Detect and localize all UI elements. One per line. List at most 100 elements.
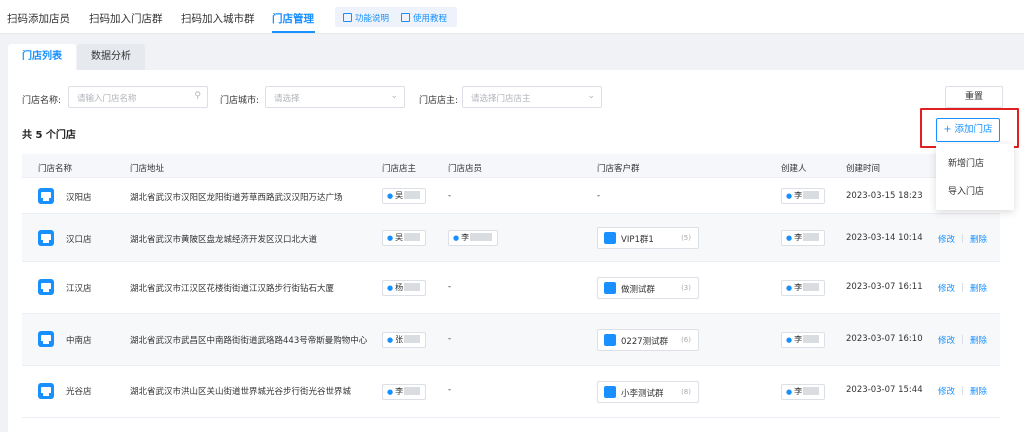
delete-link[interactable]: 删除 <box>970 334 987 346</box>
edit-link[interactable]: 修改 <box>938 334 955 346</box>
store-name: 光谷店 <box>66 387 92 397</box>
store-count: 共 5 个门店 <box>22 130 76 141</box>
store-name-label: 门店名称: <box>22 96 62 106</box>
menu-item-new-store[interactable]: 新增门店 <box>948 156 984 169</box>
header-store-staff: 门店店员 <box>448 164 483 174</box>
header-customer-group: 门店客户群 <box>597 164 640 174</box>
edit-link[interactable]: 修改 <box>938 385 955 397</box>
store-address: 湖北省武汉市洪山区关山街道世界城光谷步行街光谷世界城 <box>130 387 352 397</box>
masked-text <box>404 191 421 199</box>
creator-tag: ● 李 <box>781 332 826 348</box>
tutorial-link[interactable]: 使用教程 <box>401 12 447 24</box>
sub-tab-strip: 门店列表 数据分析 <box>0 34 1024 70</box>
customer-group-card[interactable]: 0227测试群 (6) <box>597 329 699 351</box>
delete-link[interactable]: 删除 <box>970 385 987 397</box>
search-icon: ⚲ <box>194 91 201 101</box>
delete-link[interactable]: 删除 <box>970 233 987 245</box>
store-name: 汉口店 <box>66 235 92 245</box>
menu-item-import-store[interactable]: 导入门店 <box>948 184 984 197</box>
action-divider <box>962 386 963 395</box>
customer-group-card[interactable]: 做测试群 (3) <box>597 277 699 299</box>
chevron-down-icon: ⌄ <box>390 91 398 101</box>
owner-name: 杨 <box>395 283 404 292</box>
masked-text <box>803 335 820 343</box>
store-city-select[interactable]: 请选择 ⌄ <box>265 86 405 108</box>
store-name-placeholder: 请输入门店名称 <box>77 94 137 104</box>
reset-button[interactable]: 重置 <box>945 86 1003 108</box>
created-time: 2023-03-15 18:23 <box>846 191 923 201</box>
header-store-owner: 门店店主 <box>382 164 417 174</box>
action-divider <box>962 234 963 243</box>
store-icon <box>38 383 54 399</box>
table-row: 汉阳店 湖北省武汉市汉阳区龙阳街道芳草西路武汉汉阳万达广场 ● 吴 - - ● 李 … <box>22 178 1000 214</box>
person-icon: ● <box>786 284 793 292</box>
creator-name: 李 <box>794 233 803 242</box>
add-store-button[interactable]: + 添加门店 <box>936 118 1000 142</box>
tab-store-management[interactable]: 门店管理 <box>272 11 314 26</box>
created-time: 2023-03-07 16:10 <box>846 334 923 344</box>
group-member-count: (3) <box>681 284 691 292</box>
help-links: 功能说明 使用教程 <box>335 7 457 27</box>
tab-data-analysis[interactable]: 数据分析 <box>77 44 145 70</box>
created-time: 2023-03-07 15:44 <box>846 385 923 395</box>
store-city-label: 门店城市: <box>220 96 260 106</box>
masked-text <box>470 233 493 241</box>
owner-tag: ● 张 <box>382 332 427 348</box>
masked-text <box>404 233 421 241</box>
person-icon: ● <box>786 388 793 396</box>
owner-name: 李 <box>395 387 404 396</box>
customer-group-card[interactable]: 小李测试群 (8) <box>597 381 699 403</box>
book-icon <box>343 13 352 22</box>
masked-text <box>803 387 820 395</box>
group-icon <box>604 334 616 346</box>
store-owner-select[interactable]: 请选择门店店主 ⌄ <box>462 86 602 108</box>
table-header: 门店名称 门店地址 门店店主 门店店员 门店客户群 创建人 创建时间 <box>22 154 1000 178</box>
owner-tag: ● 吴 <box>382 230 427 246</box>
masked-text <box>803 233 820 241</box>
masked-text <box>803 283 820 291</box>
owner-tag: ● 李 <box>382 384 427 400</box>
delete-link[interactable]: 删除 <box>970 282 987 294</box>
person-icon: ● <box>786 336 793 344</box>
staff-empty: - <box>448 334 452 344</box>
group-member-count: (6) <box>681 336 691 344</box>
add-store-dropdown: 新增门店 导入门店 <box>936 144 1014 210</box>
edit-link[interactable]: 修改 <box>938 233 955 245</box>
person-icon: ● <box>387 192 394 200</box>
feature-description-link[interactable]: 功能说明 <box>343 12 389 24</box>
person-icon: ● <box>453 234 460 242</box>
creator-tag: ● 李 <box>781 188 826 204</box>
person-icon: ● <box>387 388 394 396</box>
store-icon <box>38 279 54 295</box>
store-name-input[interactable]: 请输入门店名称 ⚲ <box>68 86 208 108</box>
masked-text <box>803 191 820 199</box>
group-icon <box>604 386 616 398</box>
tab-scan-join-store-group[interactable]: 扫码加入门店群 <box>89 11 163 26</box>
person-icon: ● <box>786 234 793 242</box>
store-name: 汉阳店 <box>66 193 92 203</box>
person-icon: ● <box>387 284 394 292</box>
owner-name: 张 <box>395 335 404 344</box>
creator-tag: ● 李 <box>781 230 826 246</box>
table-row: 江汉店 湖北省武汉市江汉区花楼街街道江汉路步行街钻石大厦 ● 杨 - 做测试群 (… <box>22 262 1000 314</box>
header-creator: 创建人 <box>781 164 807 174</box>
creator-tag: ● 李 <box>781 280 826 296</box>
group-icon <box>604 232 616 244</box>
tab-store-list[interactable]: 门店列表 <box>8 44 76 70</box>
staff-empty: - <box>448 191 452 201</box>
table-row: 汉口店 湖北省武汉市黄陂区盘龙城经济开发区汉口北大道 ● 吴 ● 李 VIP1群1 … <box>22 214 1000 262</box>
owner-name: 吴 <box>395 233 404 242</box>
header-store-address: 门店地址 <box>130 164 165 174</box>
edit-link[interactable]: 修改 <box>938 282 955 294</box>
owner-tag: ● 杨 <box>382 280 427 296</box>
top-nav: 扫码添加店员 扫码加入门店群 扫码加入城市群 门店管理 功能说明 使用教程 <box>0 0 1024 34</box>
owner-name: 吴 <box>395 191 404 200</box>
staff-empty: - <box>448 385 452 395</box>
store-name: 中南店 <box>66 336 92 346</box>
tab-scan-add-staff[interactable]: 扫码添加店员 <box>7 11 70 26</box>
tab-scan-join-city-group[interactable]: 扫码加入城市群 <box>181 11 255 26</box>
customer-group-card[interactable]: VIP1群1 (5) <box>597 227 699 249</box>
store-owner-label: 门店店主: <box>419 96 459 106</box>
person-icon: ● <box>786 192 793 200</box>
active-tab-underline <box>272 31 315 33</box>
